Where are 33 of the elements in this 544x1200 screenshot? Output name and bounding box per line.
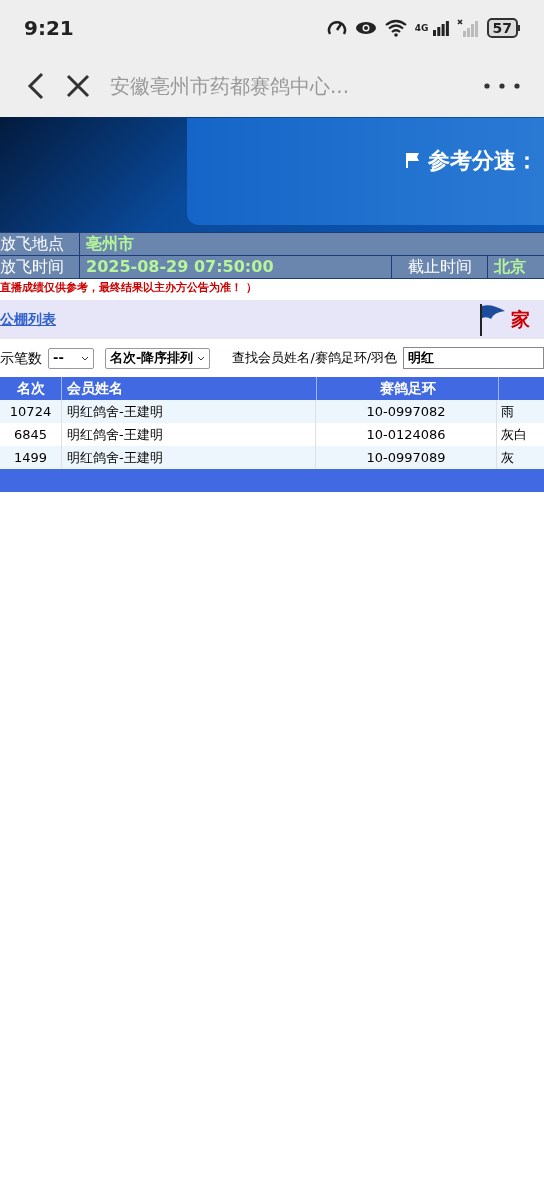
status-time: 9:21 [24, 14, 74, 42]
caret-icon [197, 355, 206, 361]
speed-label: 参考分速： [428, 147, 538, 175]
search-field[interactable]: 明红 [403, 347, 544, 369]
count-label: 示笔数 [0, 348, 42, 368]
info-label: 放飞时间 [0, 256, 79, 278]
sort-select[interactable]: 名次-降序排列 [105, 347, 211, 369]
flag-icon [406, 152, 420, 168]
site-title: 家 [511, 307, 531, 333]
flag-icon [479, 302, 507, 337]
more-icon[interactable] [484, 83, 520, 89]
table-cell-text: 灰 [500, 449, 515, 467]
close-icon[interactable] [66, 74, 90, 98]
info-label: 放飞地点 [0, 233, 79, 255]
info-value: 2025-08-29 07:50:00 [80, 256, 391, 278]
info-value: 北京 [488, 256, 544, 278]
info-value: 亳州市 [80, 233, 544, 255]
battery-indicator: 57 [486, 17, 520, 38]
info-label: 截止时间 [392, 256, 487, 278]
wifi-icon [384, 18, 407, 37]
eye-icon [354, 20, 377, 35]
notice-text: 直播成绩仅供参考，最终结果以主办方公告为准！ ） [0, 280, 258, 296]
table-cell-text: 灰白 [500, 426, 528, 444]
network-type: 4G [414, 21, 429, 35]
link[interactable]: 公棚列表 [0, 309, 56, 330]
count-select[interactable]: -- [48, 347, 94, 369]
page-title: 安徽亳州市药都赛鸽中心... [110, 73, 351, 100]
caret-icon [81, 355, 89, 361]
signal-off-icon [456, 18, 479, 37]
table-cell-text: 雨 [500, 403, 515, 421]
signal-icon [432, 19, 449, 36]
search-label: 查找会员姓名/赛鸽足环/羽色 [232, 349, 398, 368]
speedometer-icon [326, 18, 347, 37]
